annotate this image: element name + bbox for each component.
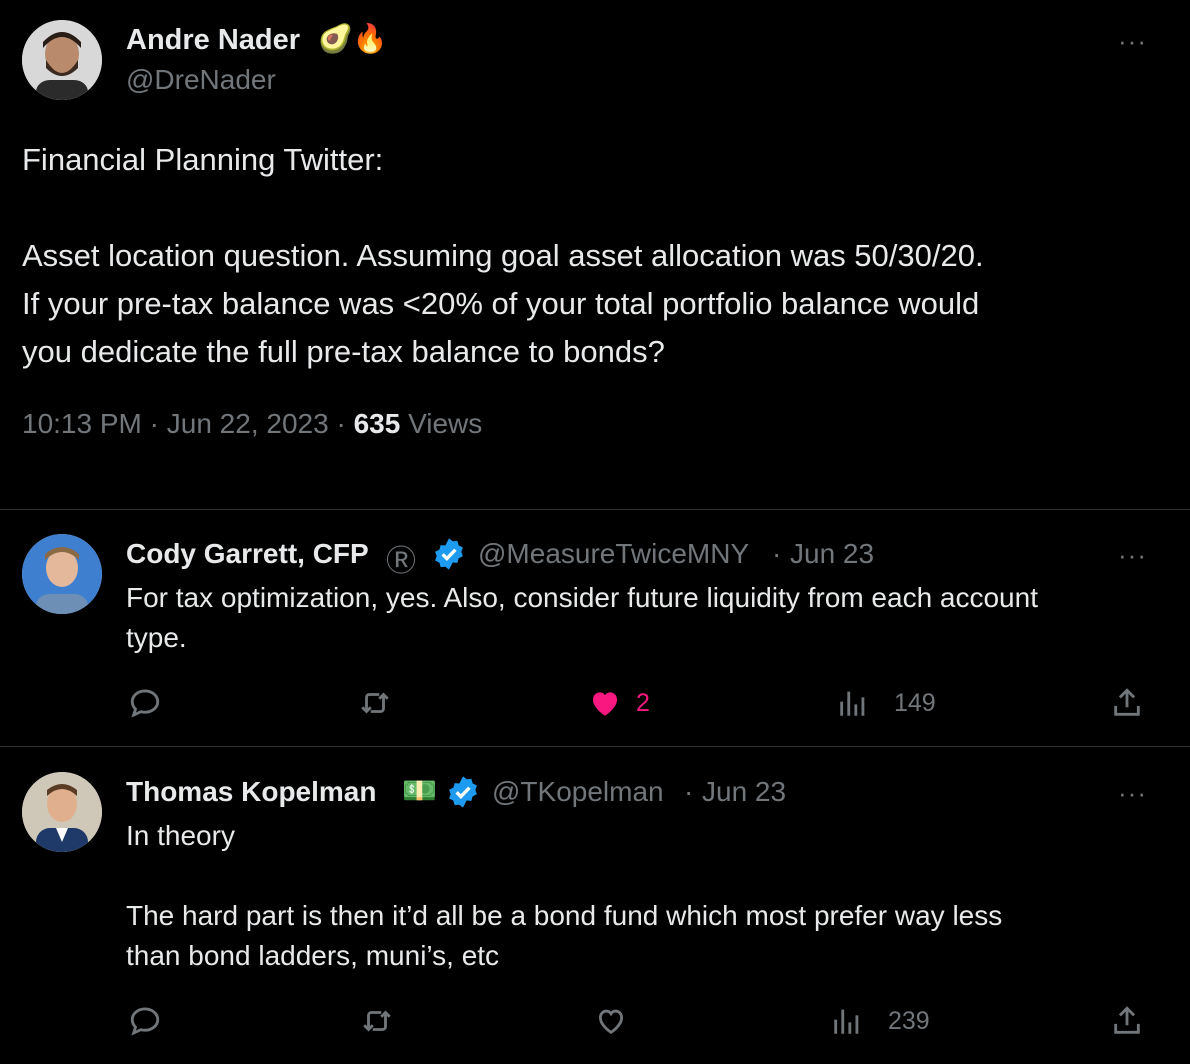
reply-separator: · — [772, 538, 782, 569]
views-count: 635 — [353, 408, 401, 439]
views-count: 239 — [888, 1006, 930, 1035]
share-button[interactable] — [1110, 1004, 1144, 1038]
author-emoji: 🥑🔥 — [318, 23, 388, 54]
reply-avatar[interactable] — [22, 772, 102, 852]
divider — [0, 746, 1190, 747]
reply-name-symbol: Ⓡ — [386, 545, 416, 578]
reply-text-line: For tax optimization, yes. Also, conside… — [126, 582, 1038, 613]
views-count: 149 — [894, 688, 936, 717]
reply-icon — [130, 689, 160, 718]
author-avatar[interactable] — [22, 20, 102, 100]
retweet-button[interactable] — [358, 686, 392, 720]
retweet-icon — [361, 692, 389, 714]
more-options-icon[interactable]: ··· — [1118, 780, 1147, 806]
like-count: 2 — [636, 688, 650, 717]
reply-text-line: In theory — [126, 820, 235, 851]
reply-icon — [130, 1007, 160, 1036]
reply-text-line: than bond ladders, muni’s, etc — [126, 940, 500, 971]
retweet-icon — [363, 1010, 391, 1032]
author-handle[interactable]: @DreNader — [126, 64, 276, 96]
tweet-time[interactable]: 10:13 PM — [22, 408, 142, 439]
analytics-icon — [840, 691, 865, 716]
reply-avatar[interactable] — [22, 534, 102, 614]
divider — [0, 509, 1190, 510]
share-icon — [1114, 1006, 1140, 1034]
heart-filled-icon — [592, 692, 618, 716]
reply-text-line: The hard part is then it’d all be a bond… — [126, 900, 1003, 931]
verified-badge-icon — [435, 538, 463, 570]
reply-name[interactable]: Thomas Kopelman — [126, 776, 376, 808]
share-button[interactable] — [1110, 686, 1144, 720]
views-button[interactable]: 239 — [830, 1004, 930, 1038]
tweet-meta: 10:13 PM · Jun 22, 2023 · 635 Views — [22, 408, 483, 439]
views-button[interactable]: 149 — [836, 686, 936, 720]
reply-name-emoji: 💵 — [402, 775, 437, 806]
views-label: Views — [408, 408, 483, 439]
like-button[interactable]: 2 — [588, 686, 650, 720]
tweet-text-line: you dedicate the full pre-tax balance to… — [22, 334, 665, 369]
like-button[interactable] — [594, 1004, 628, 1038]
author-name[interactable]: Andre Nader — [126, 24, 300, 57]
more-options-icon[interactable]: ··· — [1118, 542, 1147, 568]
verified-badge-icon — [449, 776, 477, 808]
reply-date[interactable]: Jun 23 — [790, 538, 874, 570]
heart-icon — [598, 1009, 624, 1035]
reply-name[interactable]: Cody Garrett, CFP — [126, 538, 369, 570]
reply-handle[interactable]: @TKopelman — [492, 776, 664, 808]
reply-date[interactable]: Jun 23 — [702, 776, 786, 808]
tweet-date[interactable]: Jun 22, 2023 — [167, 408, 329, 439]
reply-separator: · — [684, 776, 694, 807]
more-options-icon[interactable]: ··· — [1118, 28, 1147, 54]
analytics-icon — [834, 1009, 859, 1034]
reply-handle[interactable]: @MeasureTwiceMNY — [478, 538, 749, 570]
share-icon — [1114, 688, 1140, 716]
tweet-text-line: Financial Planning Twitter: — [22, 142, 384, 177]
tweet-text-line: If your pre-tax balance was <20% of your… — [22, 286, 980, 321]
reply-button[interactable] — [128, 686, 162, 720]
reply-button[interactable] — [128, 1004, 162, 1038]
tweet-text-line: Asset location question. Assuming goal a… — [22, 238, 984, 273]
retweet-button[interactable] — [360, 1004, 394, 1038]
reply-text-line: type. — [126, 622, 187, 653]
